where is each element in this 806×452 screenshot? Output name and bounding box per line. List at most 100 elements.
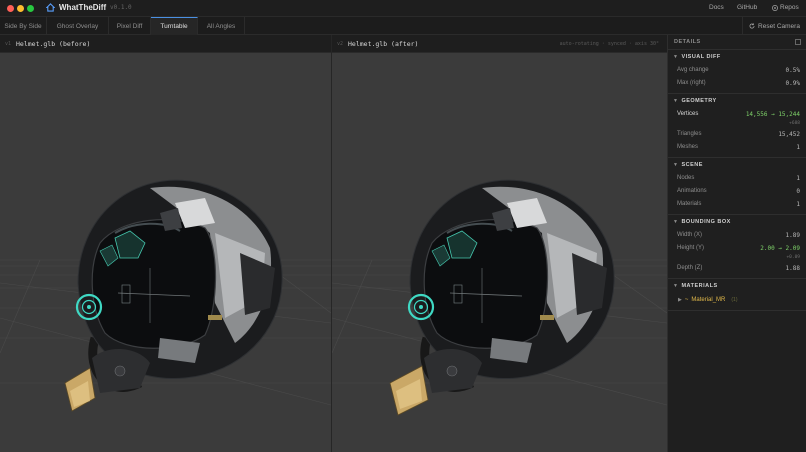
animations-value: 0 — [796, 188, 800, 195]
section-title: MATERIALS — [681, 283, 718, 289]
nodes-value: 1 — [796, 175, 800, 182]
meshes-value: 1 — [796, 144, 800, 151]
zoom-window-button[interactable] — [27, 5, 34, 12]
section-title: BOUNDING BOX — [681, 219, 731, 225]
material-count: (1) — [731, 297, 738, 303]
chevron-down-icon: ▼ — [673, 283, 679, 289]
after-3d-canvas — [332, 179, 667, 416]
materials-label: Materials — [677, 201, 702, 207]
nodes-row: Nodes 1 — [668, 172, 806, 185]
materials-count-row: Materials 1 — [668, 198, 806, 211]
geometry-section: ▼ GEOMETRY Vertices 14,556 → 15,244 +688… — [668, 94, 806, 158]
visual-diff-toggle[interactable]: ▼ VISUAL DIFF — [668, 50, 806, 64]
height-row: Height (Y) 2.00 → 2.09 — [668, 242, 806, 255]
max-right-label: Max (right) — [677, 80, 706, 86]
depth-label: Depth (Z) — [677, 265, 703, 271]
refresh-icon — [749, 23, 755, 29]
chevron-right-icon: ▶ — [678, 297, 682, 303]
title-bar: WhatTheDiff v0.1.0 Docs GitHub Repos — [0, 0, 806, 17]
reset-camera-button[interactable]: Reset Camera — [742, 17, 806, 35]
panel-index: v2 — [337, 41, 344, 47]
panel-index: v1 — [5, 41, 12, 47]
triangles-row: Triangles 15,452 — [668, 128, 806, 141]
scene-section: ▼ SCENE Nodes 1 Animations 0 Materials 1 — [668, 158, 806, 215]
app-name: WhatTheDiff — [59, 3, 107, 12]
tab-label: Pixel Diff — [116, 22, 143, 30]
turntable-status: auto-rotating · synced · axis 30° — [559, 41, 659, 47]
before-viewport[interactable] — [0, 53, 331, 452]
avg-change-label: Avg change — [677, 67, 709, 73]
before-panel-header: v1 Helmet.glb (before) — [0, 35, 331, 53]
github-link[interactable]: GitHub — [737, 4, 757, 11]
material-name: Material_MR — [691, 297, 726, 303]
meshes-label: Meshes — [677, 144, 699, 150]
panel-filename: Helmet.glb (after) — [348, 40, 419, 48]
height-delta: +0.09 — [786, 255, 800, 260]
helmet-model — [64, 179, 283, 412]
tab-side-by-side[interactable]: Side By Side — [0, 17, 47, 35]
vertices-label: Vertices — [677, 111, 699, 117]
vertices-value: 14,556 → 15,244 — [745, 111, 800, 118]
house-logo-icon — [46, 3, 55, 12]
materials-section: ▼ MATERIALS ▶ ~ Material_MR (1) — [668, 279, 806, 311]
tab-label: Turntable — [160, 23, 188, 30]
triangles-value: 15,452 — [778, 131, 800, 138]
docs-link[interactable]: Docs — [709, 4, 724, 11]
minimize-window-button[interactable] — [17, 5, 24, 12]
meshes-row: Meshes 1 — [668, 141, 806, 154]
visual-diff-section: ▼ VISUAL DIFF Avg change 0.5% Max (right… — [668, 50, 806, 94]
scene-toggle[interactable]: ▼ SCENE — [668, 158, 806, 172]
after-panel-header: v2 Helmet.glb (after) auto-rotating · sy… — [332, 35, 667, 53]
helmet-model — [389, 179, 615, 416]
max-right-row: Max (right) 0.9% — [668, 77, 806, 90]
tab-ghost-overlay[interactable]: Ghost Overlay — [47, 17, 109, 35]
repos-link[interactable]: Repos — [772, 4, 799, 11]
section-title: VISUAL DIFF — [681, 54, 721, 60]
bounding-box-section: ▼ BOUNDING BOX Width (X) 1.89 Height (Y)… — [668, 215, 806, 279]
chevron-down-icon: ▼ — [673, 219, 679, 225]
before-3d-canvas — [0, 179, 331, 412]
width-value: 1.89 — [785, 232, 800, 239]
view-mode-tabs: Side By Side Ghost Overlay Pixel Diff Tu… — [0, 17, 806, 35]
details-header: DETAILS — [668, 35, 806, 50]
after-viewport[interactable] — [332, 53, 667, 452]
height-label: Height (Y) — [677, 245, 705, 251]
vertices-delta: +688 — [789, 121, 800, 126]
app-version: v0.1.0 — [110, 4, 132, 11]
animations-row: Animations 0 — [668, 185, 806, 198]
github-icon — [772, 4, 778, 11]
avg-change-value: 0.5% — [785, 67, 800, 74]
tab-label: Ghost Overlay — [56, 22, 99, 30]
tab-turntable[interactable]: Turntable — [151, 17, 198, 35]
vertices-row: Vertices 14,556 → 15,244 — [668, 108, 806, 121]
triangles-label: Triangles — [677, 131, 702, 137]
repos-label: Repos — [780, 4, 799, 11]
max-right-value: 0.9% — [785, 80, 800, 87]
tab-all-angles[interactable]: All Angles — [198, 17, 245, 35]
close-window-button[interactable] — [7, 5, 14, 12]
panel-filename: Helmet.glb (before) — [16, 40, 91, 48]
nodes-label: Nodes — [677, 175, 695, 181]
depth-row: Depth (Z) 1.88 — [668, 262, 806, 275]
avg-change-row: Avg change 0.5% — [668, 64, 806, 77]
animations-label: Animations — [677, 188, 707, 194]
geometry-toggle[interactable]: ▼ GEOMETRY — [668, 94, 806, 108]
tab-pixel-diff[interactable]: Pixel Diff — [109, 17, 151, 35]
tab-label: Side By Side — [4, 22, 42, 30]
material-modified-marker: ~ — [684, 297, 689, 303]
chevron-down-icon: ▼ — [673, 98, 679, 104]
bounding-box-toggle[interactable]: ▼ BOUNDING BOX — [668, 215, 806, 229]
section-title: SCENE — [681, 162, 703, 168]
height-value: 2.00 → 2.09 — [760, 245, 800, 252]
section-title: GEOMETRY — [681, 98, 717, 104]
chevron-down-icon: ▼ — [673, 162, 679, 168]
tab-label: All Angles — [206, 22, 236, 30]
reset-camera-label: Reset Camera — [758, 22, 800, 30]
materials-toggle[interactable]: ▼ MATERIALS — [668, 279, 806, 293]
details-title: DETAILS — [674, 39, 701, 45]
materials-value: 1 — [796, 201, 800, 208]
material-item[interactable]: ▶ ~ Material_MR (1) — [668, 293, 806, 307]
expand-icon[interactable] — [795, 39, 801, 45]
depth-value: 1.88 — [785, 265, 800, 272]
width-row: Width (X) 1.89 — [668, 229, 806, 242]
